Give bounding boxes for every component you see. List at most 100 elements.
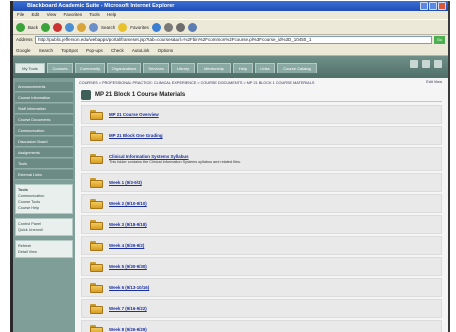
content-item-link[interactable]: MP 21 Block One Grading	[109, 133, 163, 138]
print-icon[interactable]	[187, 22, 197, 32]
window-titlebar: Blackboard Academic Suite - Microsoft In…	[13, 1, 448, 11]
edit-view-link[interactable]: Edit View	[426, 80, 442, 84]
folder-icon	[90, 282, 103, 293]
tab-services[interactable]: Services	[143, 63, 169, 73]
control-panel-box: Control Panel Quick Unenroll	[15, 218, 73, 236]
browser-toolbar: Back Search Favorites	[13, 19, 448, 35]
page-header: MP 21 Block 1 Course Materials	[81, 88, 442, 102]
content-item-link[interactable]: Week 4 (9/26-9/2)	[109, 243, 144, 248]
link-check[interactable]: Check	[111, 48, 124, 53]
back-label[interactable]: Back	[28, 25, 38, 30]
link-topspot[interactable]: TopSpot	[61, 48, 78, 53]
folder-icon	[90, 130, 103, 141]
window-title: Blackboard Academic Suite - Microsoft In…	[27, 3, 175, 9]
minimize-button[interactable]	[420, 2, 428, 10]
content-item-link[interactable]: Clinical Information Systems Syllabus	[109, 154, 241, 159]
nav-assignments[interactable]: Assignments	[15, 148, 73, 158]
nav-discussion-board[interactable]: Discussion Board	[15, 137, 73, 147]
content-item-link[interactable]: Week 7 (9/16-9/22)	[109, 306, 147, 311]
menu-favorites[interactable]: Favorites	[64, 12, 83, 17]
content-item: MP 21 Block One Grading	[81, 126, 442, 145]
nav-announcements[interactable]: Announcements	[15, 82, 73, 92]
tab-courses[interactable]: Courses	[47, 63, 73, 73]
link-google[interactable]: Google	[16, 48, 31, 53]
address-bar: Address http://public.jefferson.edu/weba…	[13, 35, 448, 45]
links-toolbar: Google Search TopSpot Pop-ups Check Auto…	[13, 45, 448, 56]
tab-organizations[interactable]: Organizations	[107, 63, 141, 73]
course-menu: Announcements Course Information Staff I…	[13, 78, 75, 332]
content-item: Clinical Information Systems Syllabus Th…	[81, 147, 442, 171]
detail-view-link[interactable]: Detail View	[18, 249, 70, 255]
tab-course-catalog[interactable]: Course Catalog	[277, 63, 317, 73]
link-search[interactable]: Search	[39, 48, 53, 53]
address-input[interactable]: http://public.jefferson.edu/webapps/port…	[35, 36, 432, 44]
content-item-link[interactable]: Week 3 (9/18-9/18)	[109, 222, 147, 227]
content-item: Week 6 (9/13-10/16)	[81, 278, 442, 297]
content-item-link[interactable]: Week 6 (9/13-10/16)	[109, 285, 149, 290]
refresh-icon[interactable]	[65, 22, 75, 32]
tools-course-help[interactable]: Course Help	[18, 205, 70, 211]
nav-external-links[interactable]: External Links	[15, 170, 73, 180]
maximize-button[interactable]	[429, 2, 437, 10]
folder-icon	[90, 154, 103, 164]
favorites-icon[interactable]	[118, 22, 128, 32]
tab-community[interactable]: Community	[75, 63, 105, 73]
page-title: MP 21 Block 1 Course Materials	[95, 91, 186, 98]
nav-course-documents[interactable]: Course Documents	[15, 115, 73, 125]
mail-icon[interactable]	[175, 22, 185, 32]
media-icon[interactable]	[151, 22, 161, 32]
tab-mentorship[interactable]: Mentorship	[197, 63, 231, 73]
browser-window: Blackboard Academic Suite - Microsoft In…	[10, 1, 450, 332]
folder-header-icon	[81, 89, 91, 100]
tools-panel: Tools Communication Course Tools Course …	[15, 184, 73, 214]
menu-view[interactable]: View	[47, 12, 57, 17]
quick-unenroll-link[interactable]: Quick Unenroll	[18, 227, 70, 233]
folder-icon	[90, 109, 103, 120]
screen: Blackboard Academic Suite - Microsoft In…	[0, 0, 456, 332]
nav-communication[interactable]: Communication	[15, 126, 73, 136]
nav-tools[interactable]: Tools	[15, 159, 73, 169]
search-label[interactable]: Search	[101, 25, 115, 30]
menu-tools[interactable]: Tools	[89, 12, 100, 17]
content-item-link[interactable]: Week 5 (9/30-9/30)	[109, 264, 147, 269]
content-item: Week 4 (9/26-9/2)	[81, 236, 442, 255]
content-item-link[interactable]: Week 2 (9/10-9/10)	[109, 201, 147, 206]
menu-edit[interactable]: Edit	[32, 12, 40, 17]
help-icon[interactable]	[422, 60, 430, 68]
home-icon[interactable]	[77, 22, 87, 32]
forward-icon[interactable]	[41, 22, 51, 32]
nav-staff-information[interactable]: Staff Information	[15, 104, 73, 114]
link-popups[interactable]: Pop-ups	[86, 48, 103, 53]
content-item-link[interactable]: Week 8 (9/26-9/29)	[109, 327, 147, 332]
menu-file[interactable]: File	[17, 12, 24, 17]
stop-icon[interactable]	[53, 22, 63, 32]
menu-help[interactable]: Help	[107, 12, 116, 17]
close-button[interactable]	[438, 2, 446, 10]
link-options[interactable]: Options	[158, 48, 174, 53]
content-item-link[interactable]: Week 1 (9/3-9/3)	[109, 180, 142, 185]
back-icon[interactable]	[16, 22, 25, 32]
content-item: Week 8 (9/26-9/29)	[81, 320, 442, 332]
content-item: Week 1 (9/3-9/3)	[81, 173, 442, 192]
tab-my-tools[interactable]: My Tools	[15, 63, 45, 73]
folder-icon	[90, 324, 103, 332]
search-icon[interactable]	[89, 22, 99, 32]
tab-help[interactable]: Help	[233, 63, 253, 73]
content-item: Week 7 (9/16-9/22)	[81, 299, 442, 318]
address-label: Address	[16, 37, 33, 42]
home-icon[interactable]	[410, 60, 418, 68]
logout-icon[interactable]	[434, 60, 442, 68]
nav-course-information[interactable]: Course Information	[15, 93, 73, 103]
tab-links[interactable]: Links	[255, 63, 275, 73]
breadcrumb[interactable]: COURSES > PROFESSIONAL PRACTICE: CLINICA…	[79, 80, 444, 86]
folder-icon	[90, 219, 103, 230]
folder-icon	[90, 303, 103, 314]
history-icon[interactable]	[163, 22, 173, 32]
go-button[interactable]: Go	[434, 36, 445, 44]
content-item-link[interactable]: MP 21 Course Overview	[109, 112, 159, 117]
favorites-label[interactable]: Favorites	[130, 25, 149, 30]
tab-library[interactable]: Library	[171, 63, 195, 73]
folder-icon	[90, 261, 103, 272]
link-autolink[interactable]: AutoLink	[132, 48, 150, 53]
folder-icon	[90, 240, 103, 251]
